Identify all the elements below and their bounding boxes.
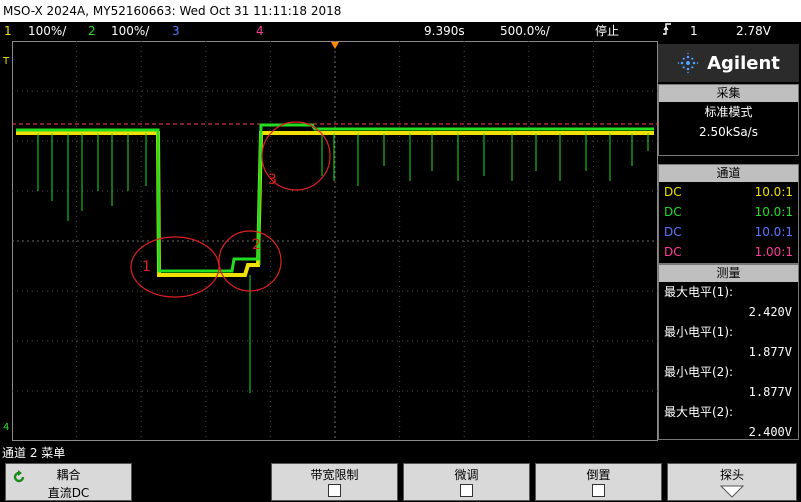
- bw-limit-checkbox[interactable]: [272, 484, 397, 500]
- brand-logo: Agilent: [658, 44, 799, 82]
- fine-softkey[interactable]: 微调: [403, 463, 530, 501]
- menu-title: 通道 2 菜单: [2, 446, 66, 460]
- measure-value: 2.420V: [748, 305, 792, 319]
- fine-checkbox[interactable]: [404, 484, 529, 500]
- channel-coupling: DC: [664, 185, 682, 199]
- probe-label: 探头: [719, 468, 744, 482]
- channel-coupling: DC: [664, 225, 682, 239]
- time-delay[interactable]: 9.390s: [424, 22, 465, 40]
- ch3-number[interactable]: 3: [172, 22, 180, 40]
- measure-value: 1.877V: [748, 385, 792, 399]
- channels-panel[interactable]: 通道 DC 10.0:1 DC 10.0:1 DC 10.0:1 DC 1.00:1: [658, 164, 799, 264]
- ch1-number[interactable]: 1: [4, 22, 12, 40]
- invert-checkbox[interactable]: [536, 484, 661, 500]
- brand-name: Agilent: [707, 52, 780, 74]
- channel-row-2[interactable]: DC 10.0:1: [659, 202, 798, 222]
- trigger-edge-icon: [662, 22, 672, 41]
- acquire-mode: 标准模式: [704, 105, 753, 119]
- channel-coupling: DC: [664, 245, 682, 259]
- waveform-svg: 1 2 3: [12, 41, 658, 441]
- channels-header: 通道: [659, 165, 798, 182]
- measure-label: 最小电平(1):: [664, 325, 734, 339]
- coupling-softkey[interactable]: 耦合 直流DC: [5, 463, 132, 501]
- status-bar: 1 100%/ 2 100%/ 3 4 9.390s 500.0%/ 停止 1 …: [0, 22, 801, 40]
- ground-marker-bottom: 4: [3, 422, 10, 433]
- run-state[interactable]: 停止: [595, 22, 619, 40]
- ch2-scale[interactable]: 100%/: [111, 22, 149, 40]
- window-title: MSO-X 2024A, MY52160663: Wed Oct 31 11:1…: [3, 4, 342, 18]
- annotation-label-1: 1: [142, 259, 151, 275]
- time-scale[interactable]: 500.0%/: [500, 22, 550, 40]
- acquire-panel[interactable]: 采集 标准模式 2.50kSa/s: [658, 84, 799, 156]
- channel-row-4[interactable]: DC 1.00:1: [659, 242, 798, 262]
- measure-panel[interactable]: 测量 最大电平(1): 2.420V 最小电平(1): 1.877V 最小电平(…: [658, 264, 799, 440]
- submenu-arrow-icon: [668, 484, 796, 501]
- channel-coupling: DC: [664, 205, 682, 219]
- agilent-spark-icon: [677, 52, 699, 74]
- annotation-label-2: 2: [252, 237, 261, 253]
- waveform-display[interactable]: 1 2 3: [12, 41, 658, 441]
- measure-header: 测量: [659, 265, 798, 282]
- channel-row-1[interactable]: DC 10.0:1: [659, 182, 798, 202]
- invert-softkey[interactable]: 倒置: [535, 463, 662, 501]
- sample-rate: 2.50kSa/s: [699, 125, 758, 139]
- measure-value: 2.400V: [748, 425, 792, 439]
- title-bar: MSO-X 2024A, MY52160663: Wed Oct 31 11:1…: [0, 0, 801, 22]
- measure-value: 1.877V: [748, 345, 792, 359]
- measure-label: 最大电平(2):: [664, 405, 734, 419]
- bw-limit-label: 带宽限制: [310, 468, 359, 482]
- trigger-position-marker: [331, 42, 339, 49]
- ground-marker-top: T: [3, 56, 10, 67]
- coupling-value: 直流DC: [47, 486, 90, 500]
- channel-probe: 10.0:1: [754, 205, 793, 219]
- channel-row-3[interactable]: DC 10.0:1: [659, 222, 798, 242]
- ch2-number[interactable]: 2: [88, 22, 96, 40]
- probe-softkey[interactable]: 探头: [667, 463, 797, 501]
- channel-probe: 1.00:1: [754, 245, 793, 259]
- acquire-header: 采集: [659, 85, 798, 102]
- measure-label: 最小电平(2):: [664, 365, 734, 379]
- annotation-label-3: 3: [268, 172, 277, 188]
- measure-label: 最大电平(1):: [664, 285, 734, 299]
- bw-limit-softkey[interactable]: 带宽限制: [271, 463, 398, 501]
- trigger-channel[interactable]: 1: [690, 22, 698, 40]
- channel-probe: 10.0:1: [754, 225, 793, 239]
- invert-label: 倒置: [586, 468, 611, 482]
- side-panel: Agilent 采集 标准模式 2.50kSa/s 通道 DC 10.0:1 DC…: [658, 44, 799, 440]
- channel-probe: 10.0:1: [754, 185, 793, 199]
- trigger-level[interactable]: 2.78V: [736, 22, 771, 40]
- coupling-label: 耦合: [56, 468, 81, 482]
- ch1-scale[interactable]: 100%/: [28, 22, 66, 40]
- fine-label: 微调: [454, 468, 479, 482]
- ch4-number[interactable]: 4: [256, 22, 264, 40]
